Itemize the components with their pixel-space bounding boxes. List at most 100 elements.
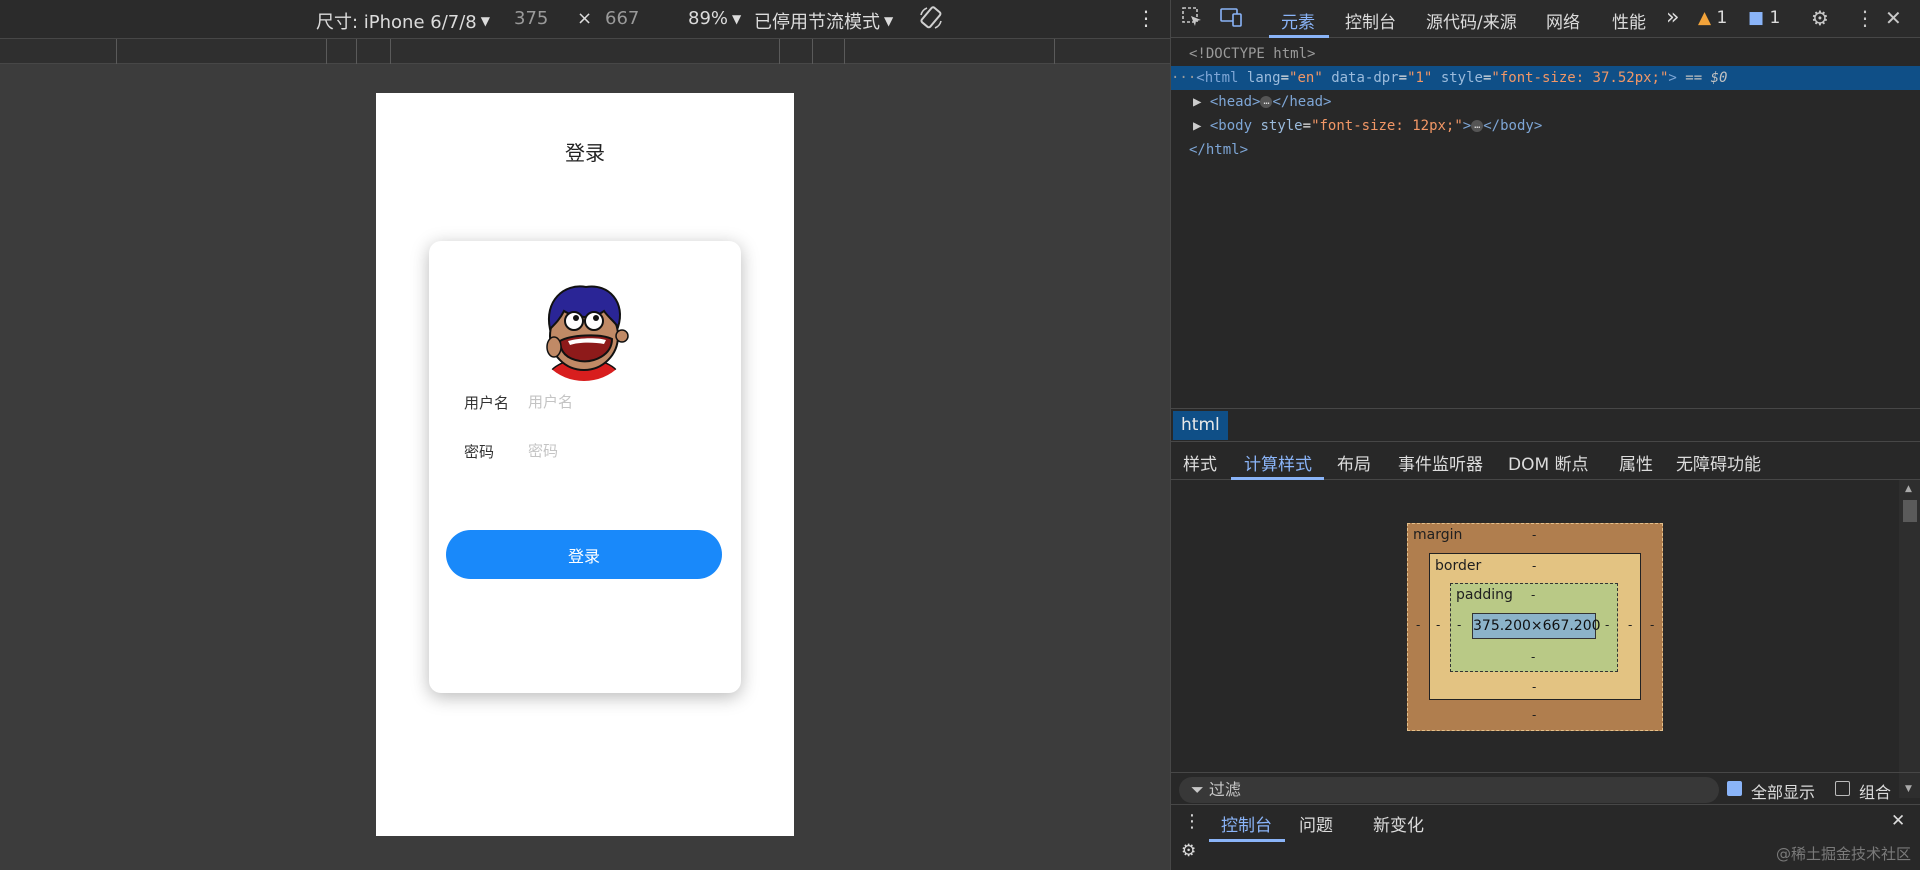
scrollbar[interactable]: ▲ ▼ — [1899, 480, 1920, 798]
tag-bracket: > — [1668, 70, 1677, 86]
padding-label: padding — [1456, 587, 1513, 603]
group-checkbox[interactable] — [1835, 781, 1850, 796]
box-model-margin[interactable]: margin - - - - border - - - - padding - … — [1407, 523, 1663, 731]
device-select[interactable]: 尺寸: iPhone 6/7/8 ▼ — [316, 8, 490, 34]
margin-left-value[interactable]: - — [1416, 618, 1420, 632]
tab-event-listeners[interactable]: 事件监听器 — [1398, 450, 1483, 475]
tab-layout[interactable]: 布局 — [1337, 450, 1371, 475]
username-input[interactable] — [528, 393, 698, 411]
tab-sources[interactable]: 源代码/来源 — [1426, 8, 1517, 33]
tab-elements[interactable]: 元素 — [1281, 8, 1315, 33]
box-model-padding[interactable]: padding - - - - 375.200×667.200 — [1450, 583, 1618, 672]
throttle-select[interactable]: 已停用节流模式 ▼ — [754, 8, 893, 34]
drawer-tab-whats-new[interactable]: 新变化 — [1373, 811, 1424, 836]
dom-html-node[interactable]: ···<html lang="en" data-dpr="1" style="f… — [1171, 66, 1920, 90]
zoom-label: 89% — [688, 8, 729, 29]
attr-value: "en" — [1289, 70, 1323, 86]
filter-icon: ⏷ — [1191, 780, 1204, 799]
padding-bottom-value[interactable]: - — [1531, 650, 1535, 664]
more-options-icon[interactable]: ⋮ — [1136, 6, 1156, 30]
padding-left-value[interactable]: - — [1457, 618, 1461, 632]
drawer-close-icon[interactable]: ✕ — [1891, 811, 1905, 831]
border-left-value[interactable]: - — [1436, 618, 1440, 632]
collapsed-ellipsis[interactable]: … — [1260, 96, 1273, 108]
selected-marker: == $0 — [1685, 70, 1728, 86]
messages-badge[interactable]: ■ 1 — [1748, 8, 1780, 28]
ruler-tick — [844, 39, 845, 64]
tag-open: <body — [1209, 118, 1253, 134]
tab-network[interactable]: 网络 — [1546, 8, 1580, 33]
height-input[interactable]: 667 — [605, 8, 639, 29]
tab-performance[interactable]: 性能 — [1612, 8, 1646, 33]
breadcrumb-html[interactable]: html — [1173, 411, 1228, 440]
margin-right-value[interactable]: - — [1650, 618, 1654, 632]
active-tab-indicator — [1269, 35, 1329, 38]
device-dimensions-label: 尺寸: iPhone 6/7/8 — [316, 12, 477, 33]
filter-bar: ⏷ 过滤 全部显示 组合 — [1171, 772, 1920, 804]
more-tabs-icon[interactable]: » — [1666, 5, 1679, 30]
zoom-select[interactable]: 89% ▼ — [688, 8, 741, 29]
margin-top-value[interactable]: - — [1532, 528, 1536, 542]
ruler-tick — [116, 39, 117, 64]
login-button[interactable]: 登录 — [446, 530, 722, 579]
box-model-content-size[interactable]: 375.200×667.200 — [1472, 613, 1601, 639]
filter-input[interactable]: ⏷ 过滤 — [1179, 777, 1719, 803]
times-sign: × — [577, 8, 593, 29]
drawer-menu-icon[interactable]: ⋮ — [1183, 811, 1201, 832]
tab-styles[interactable]: 样式 — [1183, 450, 1217, 475]
media-query-ruler — [0, 38, 1170, 64]
inspect-element-icon[interactable] — [1181, 6, 1203, 33]
kebab-menu-icon[interactable]: ⋮ — [1855, 6, 1875, 30]
dom-head-node[interactable]: ▶ <head>… </head> — [1171, 90, 1920, 114]
show-all-checkbox[interactable] — [1727, 781, 1742, 796]
margin-label: margin — [1413, 527, 1463, 543]
scroll-up-icon[interactable]: ▲ — [1905, 484, 1912, 494]
width-input[interactable]: 375 — [514, 8, 548, 29]
dom-doctype[interactable]: <!DOCTYPE html> — [1171, 42, 1920, 66]
tab-properties[interactable]: 属性 — [1619, 450, 1653, 475]
rotate-icon[interactable] — [918, 5, 944, 31]
ruler-tick — [326, 39, 327, 64]
expand-arrow-icon[interactable]: ▶ — [1193, 94, 1201, 110]
attr-name: lang — [1246, 70, 1281, 86]
ruler-tick — [390, 39, 391, 64]
margin-bottom-value[interactable]: - — [1532, 708, 1536, 722]
drawer-tab-issues[interactable]: 问题 — [1299, 811, 1333, 836]
close-icon[interactable]: ✕ — [1885, 6, 1902, 30]
border-right-value[interactable]: - — [1628, 618, 1632, 632]
expand-arrow-icon[interactable]: ▶ — [1193, 118, 1201, 134]
border-top-value[interactable]: - — [1532, 559, 1536, 573]
node-dots-icon: ··· — [1171, 70, 1197, 86]
scrollbar-thumb[interactable] — [1903, 500, 1917, 522]
dom-html-close[interactable]: </html> — [1171, 138, 1920, 162]
gear-icon[interactable]: ⚙ — [1811, 6, 1829, 30]
dom-body-node[interactable]: ▶ <body style="font-size: 12px;">… </body… — [1171, 114, 1920, 138]
drawer-tab-console[interactable]: 控制台 — [1221, 811, 1272, 836]
border-bottom-value[interactable]: - — [1532, 680, 1536, 694]
password-input[interactable] — [528, 442, 698, 460]
tag-bracket: > — [1462, 118, 1472, 134]
tab-accessibility[interactable]: 无障碍功能 — [1676, 450, 1761, 475]
doctype-text: <!DOCTYPE html> — [1189, 46, 1316, 62]
tab-computed[interactable]: 计算样式 — [1244, 450, 1312, 475]
collapsed-ellipsis[interactable]: … — [1471, 120, 1484, 132]
device-toolbar-toggle-icon[interactable] — [1219, 6, 1243, 33]
tag-open: <html — [1196, 70, 1239, 86]
padding-right-value[interactable]: - — [1605, 618, 1609, 632]
box-model-border[interactable]: border - - - - padding - - - - 375.200×6… — [1429, 553, 1641, 700]
attr-name: data-dpr — [1331, 70, 1399, 86]
warnings-badge[interactable]: ▲ 1 — [1698, 8, 1727, 28]
console-drawer: ⋮ 控制台 问题 新变化 ✕ ⚙ @稀土掘金技术社区 — [1171, 804, 1920, 870]
avatar — [534, 281, 634, 381]
filter-placeholder: 过滤 — [1208, 780, 1241, 799]
active-subtab-indicator — [1231, 477, 1324, 480]
tag-close: </html> — [1189, 142, 1249, 158]
tab-dom-breakpoints[interactable]: DOM 断点 — [1508, 450, 1589, 475]
border-label: border — [1435, 558, 1482, 574]
padding-top-value[interactable]: - — [1531, 588, 1535, 602]
console-settings-gear-icon[interactable]: ⚙ — [1181, 841, 1196, 861]
devtools-topbar: 元素 控制台 源代码/来源 网络 性能 » ▲ 1 ■ 1 ⚙ ⋮ ✕ — [1171, 0, 1920, 38]
phone-viewport: 登录 用户名 用户名 密码 登录 — [376, 93, 794, 836]
tab-console[interactable]: 控制台 — [1345, 8, 1396, 33]
tag-open: <head> — [1209, 94, 1261, 110]
